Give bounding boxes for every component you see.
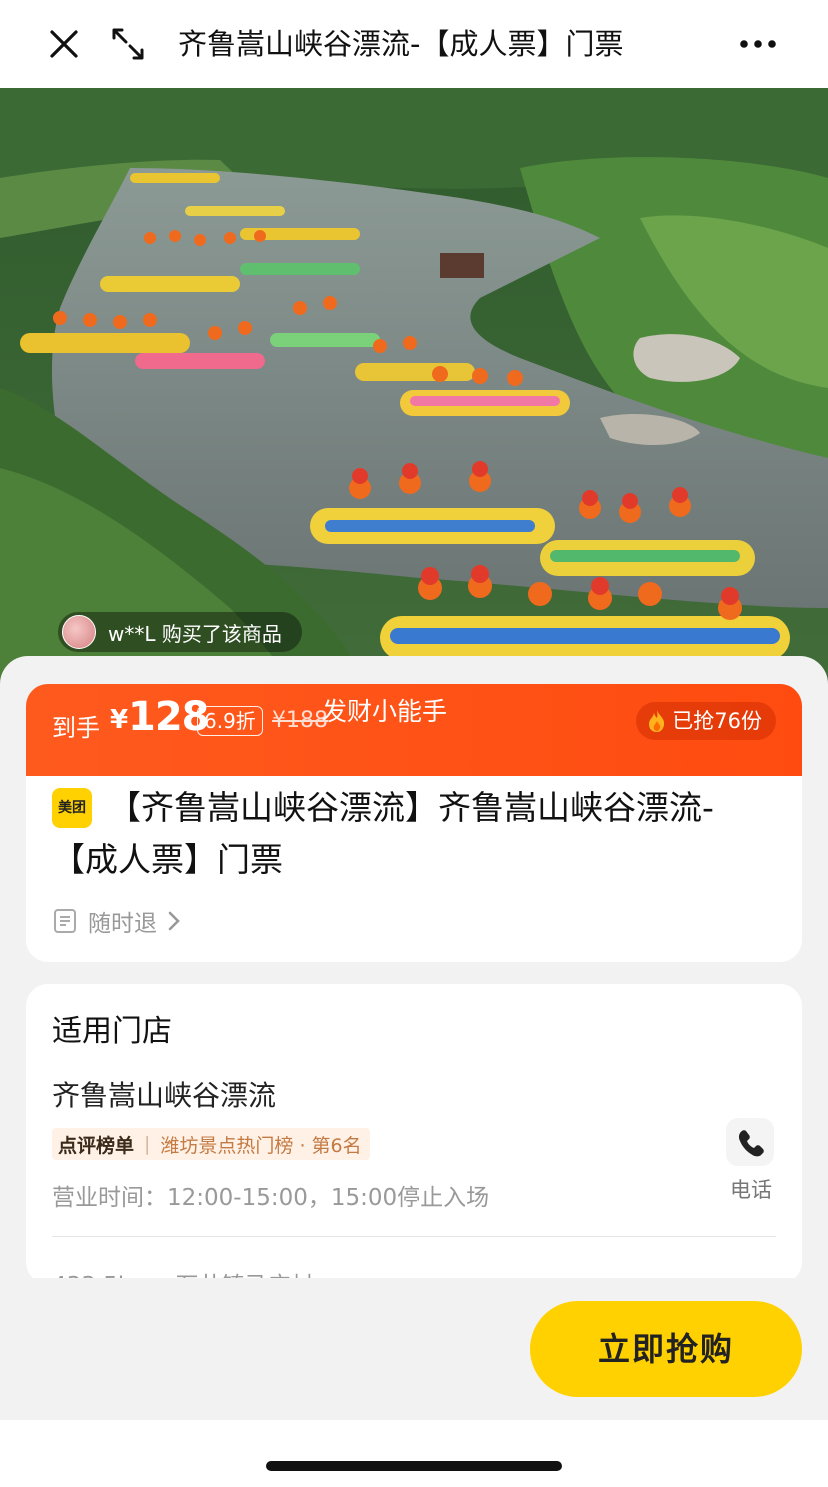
original-price: ¥188	[272, 708, 328, 733]
close-icon[interactable]	[44, 24, 84, 64]
price-label: 到手	[52, 714, 100, 742]
ranking-text: 潍坊景点热门榜 · 第6名	[160, 1134, 362, 1157]
sold-count-badge: 已抢76份	[636, 702, 776, 740]
phone-button[interactable]	[726, 1118, 774, 1166]
document-icon	[54, 909, 76, 933]
top-bar: 齐鲁嵩山峡谷漂流-【成人票】门票	[0, 0, 828, 88]
home-indicator[interactable]	[266, 1461, 562, 1471]
hero-image[interactable]	[0, 88, 828, 688]
refund-policy[interactable]: 随时退	[52, 904, 185, 938]
business-hours: 营业时间：12:00-15:00，15:00停止入场	[52, 1185, 490, 1211]
buyer-notice-text: w**L 购买了该商品	[108, 621, 282, 646]
store-heading: 适用门店	[52, 1014, 172, 1049]
product-card: 美团 【齐鲁嵩山峡谷漂流】齐鲁嵩山峡谷漂流-【成人票】门票 随时退	[26, 756, 802, 962]
buy-now-button[interactable]: 立即抢购	[530, 1301, 802, 1397]
page-title: 齐鲁嵩山峡谷漂流-【成人票】门票	[178, 27, 624, 61]
buyer-notice: w**L 购买了该商品	[58, 612, 302, 652]
overlay-nickname: 发财小能手	[322, 697, 448, 726]
divider	[52, 1236, 776, 1237]
expand-icon[interactable]	[108, 24, 148, 64]
avatar	[62, 615, 96, 649]
ranking-tag[interactable]: 点评榜单 | 潍坊景点热门榜 · 第6名	[52, 1128, 370, 1160]
phone-label[interactable]: 电话	[730, 1174, 772, 1204]
store-name[interactable]: 齐鲁嵩山峡谷漂流	[52, 1074, 276, 1114]
store-card: 适用门店 齐鲁嵩山峡谷漂流 点评榜单 | 潍坊景点热门榜 · 第6名 营业时间：…	[26, 984, 802, 1299]
more-icon[interactable]	[736, 30, 780, 58]
ranking-brand: 点评榜单	[58, 1134, 135, 1157]
fire-icon	[649, 710, 665, 732]
discount-badge: 6.9折	[197, 706, 263, 736]
chevron-right-icon	[168, 911, 180, 931]
phone-icon	[738, 1130, 764, 1157]
sold-count-text: 已抢76份	[672, 709, 762, 733]
currency-symbol: ¥	[110, 705, 129, 735]
refund-label: 随时退	[88, 911, 157, 937]
price-bar: 到手 ¥ 128 6.9折 ¥188 发财小能手 已抢76份	[26, 684, 802, 776]
product-title: 【齐鲁嵩山峡谷漂流】齐鲁嵩山峡谷漂流-【成人票】门票	[52, 788, 714, 879]
ranking-divider: |	[144, 1133, 151, 1155]
home-indicator-area	[0, 1420, 828, 1487]
